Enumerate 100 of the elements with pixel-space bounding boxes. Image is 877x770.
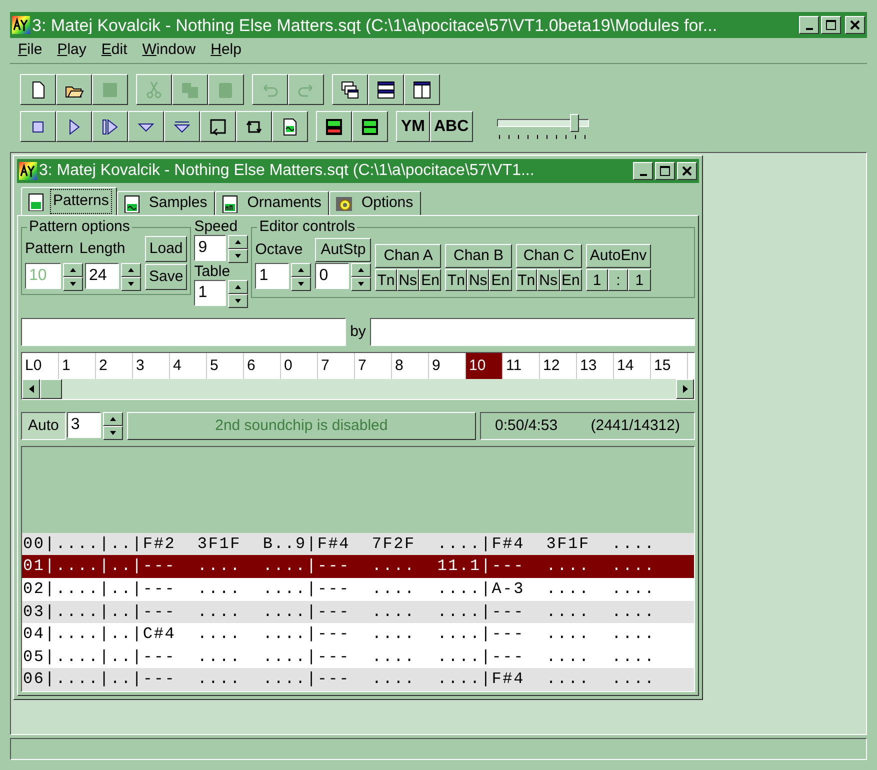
pattern-row[interactable]: 05|....|..|--- .... ....|--- .... ....|--- .... ....	[22, 646, 694, 668]
number-field[interactable]: 24	[85, 262, 119, 288]
toolbar-button[interactable]	[92, 111, 128, 142]
menu-item[interactable]: Help	[210, 39, 242, 62]
spin-buttons[interactable]	[121, 262, 141, 290]
close-button[interactable]	[845, 16, 865, 34]
autoenv-button[interactable]: AutoEnv	[586, 244, 651, 268]
menu-item[interactable]: Window	[142, 39, 196, 62]
document-icon	[221, 194, 240, 212]
pattern-row[interactable]: 01|....|..|--- .... ....|--- .... 11.1|--- .... ....	[22, 555, 694, 578]
ratio-button[interactable]: 1	[586, 269, 608, 291]
pattern-row[interactable]: 04|....|..|C#4 .... ....|--- .... ....|--- .... ....	[22, 623, 694, 646]
number-field[interactable]: 0	[315, 263, 350, 289]
up-arrow-icon	[358, 268, 364, 272]
scrollbar-thumb[interactable]	[40, 379, 62, 399]
title-field[interactable]	[21, 318, 346, 346]
author-field[interactable]	[370, 318, 695, 346]
number-field[interactable]: 1	[255, 263, 290, 289]
field-label: Speed	[194, 219, 239, 234]
autostep-button[interactable]: AutStp	[315, 238, 372, 262]
pattern-row[interactable]: 02|....|..|--- .... ....|--- .... ....|A-3 .... ....	[22, 578, 694, 601]
toggle-button[interactable]: En	[560, 269, 582, 291]
spin-buttons[interactable]	[228, 235, 248, 263]
toolbar-button[interactable]	[316, 111, 352, 142]
toolbar-button[interactable]	[332, 74, 368, 105]
scrollbar[interactable]	[22, 379, 694, 399]
tab[interactable]: Samples	[116, 191, 216, 215]
minimize-icon	[806, 28, 812, 30]
menu-item[interactable]: Edit	[101, 39, 128, 62]
spin-buttons[interactable]	[291, 263, 312, 291]
app-logo-icon	[12, 16, 30, 34]
toolbar-button[interactable]	[128, 111, 164, 142]
toolbar-button[interactable]	[200, 111, 236, 142]
toolbar-button[interactable]	[20, 74, 56, 105]
toggle-button[interactable]: Ns	[537, 269, 560, 291]
volume-slider[interactable]	[496, 114, 589, 140]
maximize-button[interactable]	[821, 16, 841, 34]
gear-icon	[335, 194, 354, 212]
toolbar-button[interactable]	[20, 111, 56, 142]
ratio-button[interactable]: 1	[628, 269, 651, 291]
save-button[interactable]: Save	[145, 264, 188, 290]
maximize-button[interactable]	[655, 162, 675, 180]
close-button[interactable]	[677, 162, 697, 180]
field-label: Table	[194, 264, 232, 279]
auto-button[interactable]: Auto	[21, 412, 66, 440]
menu-item[interactable]: File	[18, 39, 42, 62]
number-field[interactable]: 1	[194, 280, 226, 306]
toolbar-button[interactable]	[164, 111, 200, 142]
toolbar-button[interactable]	[352, 111, 388, 142]
position-cell[interactable]: 4	[170, 353, 207, 379]
rows-icon	[376, 80, 396, 100]
up-arrow-icon	[128, 268, 134, 272]
position-cell[interactable]: 10	[466, 353, 503, 379]
toolbar-button[interactable]	[56, 74, 92, 105]
channel-button[interactable]: Chan C	[516, 244, 582, 268]
maximize-icon	[660, 166, 670, 176]
down-arrow-icon	[358, 282, 364, 286]
toggle-button[interactable]: Ns	[396, 269, 420, 291]
toolbar-button[interactable]: ABC	[430, 111, 473, 142]
by-label: by	[350, 322, 366, 342]
window-title: 3: Matej Kovalcik - Nothing Else Matters.sqt (C:\1\a\pocitace\57\VT1...	[39, 163, 536, 179]
spin-buttons[interactable]	[351, 263, 372, 291]
toggle-button[interactable]: Tn	[516, 269, 538, 291]
ratio-button[interactable]: :	[608, 269, 628, 291]
number-field[interactable]: 9	[194, 235, 226, 261]
spin-buttons[interactable]	[102, 412, 123, 440]
tab[interactable]: Ornaments	[215, 191, 330, 215]
toolbar-button[interactable]: YM	[396, 111, 430, 142]
channel-button[interactable]: Chan A	[375, 244, 442, 268]
minimize-button[interactable]	[633, 162, 653, 180]
toggle-button[interactable]: Ns	[466, 269, 490, 291]
close-icon	[682, 166, 692, 176]
pattern-row[interactable]: 00|....|..|F#2 3F1F B..9|F#4 7F2F ....|F#4 3F1F ....	[22, 532, 694, 556]
down-arrow-icon	[128, 282, 134, 286]
spin-buttons[interactable]	[228, 280, 248, 308]
minimize-button[interactable]	[799, 16, 819, 34]
spin-buttons[interactable]	[63, 262, 83, 290]
toggle-button[interactable]: En	[489, 269, 512, 291]
toolbar-button[interactable]	[368, 74, 404, 105]
group-title: Editor controls	[257, 219, 358, 234]
toolbar-button[interactable]	[404, 74, 440, 105]
toggle-button[interactable]: Tn	[445, 269, 467, 291]
down-arrow-icon	[235, 254, 242, 258]
toolbar-button[interactable]	[272, 111, 308, 142]
toggle-button[interactable]: En	[419, 269, 442, 291]
load-button[interactable]: Load	[145, 236, 188, 262]
down-arrow-icon	[70, 282, 76, 286]
field-label: Octave	[255, 240, 304, 260]
up-arrow-icon	[235, 285, 242, 289]
channel-button[interactable]: Chan B	[445, 244, 512, 268]
field-label: Pattern	[25, 239, 74, 259]
pattern-row[interactable]: 03|....|..|--- .... ....|--- .... ....|--- .... ....	[22, 600, 694, 624]
toggle-button[interactable]: Tn	[375, 269, 397, 291]
toolbar-button[interactable]	[236, 111, 272, 142]
pattern-row[interactable]: 06|....|..|--- .... ....|--- .... ....|F#4 .... ....	[22, 668, 694, 691]
tab[interactable]: Options	[329, 191, 422, 215]
tab[interactable]: Patterns	[21, 187, 117, 215]
toolbar-button[interactable]	[56, 111, 92, 142]
number-field[interactable]: 3	[66, 412, 101, 438]
menu-item[interactable]: Play	[57, 39, 86, 62]
